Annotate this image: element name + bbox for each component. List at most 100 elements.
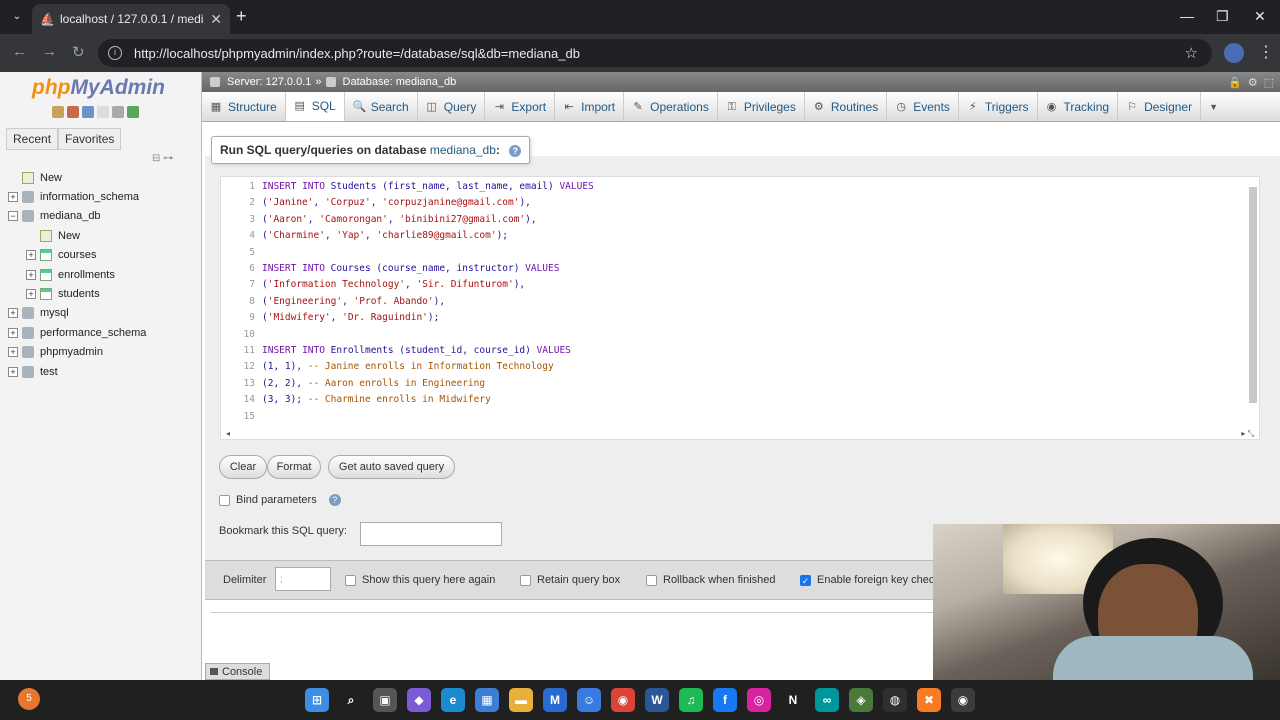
minimize-icon[interactable]: — — [1180, 8, 1194, 24]
bookmark-star-icon[interactable]: ☆ — [1185, 44, 1198, 62]
tree-item-performance-schema[interactable]: + performance_schema — [0, 323, 202, 342]
tab-operations[interactable]: ✎ Operations — [624, 92, 718, 121]
expand-icon[interactable]: + — [8, 366, 18, 377]
tree-item-mediana-db[interactable]: − mediana_db — [0, 207, 202, 226]
foreign-key-checkbox[interactable]: ✓ — [800, 574, 811, 586]
browser-tab[interactable]: ⛵ localhost / 127.0.0.1 / mediana_db ✕ — [32, 4, 230, 34]
app-icon[interactable]: ◈ — [849, 688, 873, 712]
tree-item-new[interactable]: New — [0, 226, 202, 245]
code-line[interactable]: INSERT INTO Courses (course_name, instru… — [262, 263, 559, 274]
tree-item-information-schema[interactable]: + information_schema — [0, 187, 202, 206]
code-line[interactable]: ('Janine', 'Corpuz', 'corpuzjanine@gmail… — [262, 197, 531, 208]
tab-sql[interactable]: ▤ SQL — [285, 92, 345, 121]
tab-structure[interactable]: ▦ Structure — [202, 92, 286, 121]
code-line[interactable]: ('Engineering', 'Prof. Abando'), — [262, 296, 445, 307]
close-window-icon[interactable]: ✕ — [1254, 8, 1266, 25]
lock-icon[interactable]: 🔒 — [1228, 76, 1242, 89]
get-auto-saved-query-button[interactable]: Get auto saved query — [328, 455, 455, 479]
code-line[interactable]: (3, 3); -- Charmine enrolls in Midwifery — [262, 394, 491, 405]
site-info-icon[interactable]: i — [108, 46, 122, 60]
store-icon[interactable]: ▦ — [475, 688, 499, 712]
logout-icon[interactable] — [67, 106, 79, 118]
tree-item-test[interactable]: + test — [0, 362, 202, 381]
expand-icon[interactable]: − — [8, 211, 18, 222]
phpmyadmin-logo[interactable]: phpMyAdmin — [32, 76, 165, 100]
tree-item-phpmyadmin[interactable]: + phpmyadmin — [0, 343, 202, 362]
bookmark-input[interactable] — [360, 522, 502, 546]
sql-editor[interactable]: ◂ ▸ ⤡ 1 INSERT INTO Students (first_name, … — [220, 176, 1260, 440]
editor-vertical-scrollbar[interactable] — [1249, 187, 1257, 403]
copilot-icon[interactable]: ◆ — [407, 688, 431, 712]
show-query-again-checkbox[interactable] — [345, 574, 356, 586]
expand-icon[interactable]: + — [8, 327, 18, 338]
tab-designer[interactable]: ⚐ Designer — [1118, 92, 1202, 121]
tree-item-enrollments[interactable]: + enrollments — [0, 265, 202, 284]
edge-icon[interactable]: e — [441, 688, 465, 712]
code-line[interactable]: ('Charmine', 'Yap', 'charlie89@gmail.com… — [262, 230, 508, 241]
expand-icon[interactable]: + — [8, 192, 18, 203]
rollback-checkbox[interactable] — [646, 574, 657, 586]
expand-icon[interactable]: + — [26, 289, 36, 300]
word-icon[interactable]: W — [645, 688, 669, 712]
back-arrow-icon[interactable]: ← — [12, 43, 27, 60]
database-link[interactable]: mediana_db — [430, 143, 496, 157]
facebook-icon[interactable]: f — [713, 688, 737, 712]
expand-icon[interactable]: + — [26, 250, 36, 261]
tab-close-icon[interactable]: ✕ — [210, 11, 222, 28]
expand-icon[interactable]: + — [8, 347, 18, 358]
code-line[interactable]: INSERT INTO Students (first_name, last_n… — [262, 181, 594, 192]
chrome-icon[interactable]: ◉ — [611, 688, 635, 712]
new-tab-button[interactable]: + — [236, 6, 247, 27]
tree-item-courses[interactable]: + courses — [0, 246, 202, 265]
expand-icon[interactable]: + — [26, 269, 36, 280]
more-tabs-chevron-icon[interactable]: ▼ — [1201, 92, 1226, 121]
delimiter-input[interactable]: ; — [275, 567, 331, 591]
format-button[interactable]: Format — [267, 455, 321, 479]
tab-favorites[interactable]: Favorites — [58, 128, 122, 150]
chrome-active-icon[interactable]: ◉ — [951, 688, 975, 712]
tab-export[interactable]: ⇥ Export — [485, 92, 556, 121]
tab-recent[interactable]: Recent — [6, 128, 59, 150]
code-line[interactable]: ('Midwifery', 'Dr. Raguindin'); — [262, 312, 439, 323]
code-line[interactable]: INSERT INTO Enrollments (student_id, cou… — [262, 345, 571, 356]
maximize-panel-icon[interactable]: ⬚ — [1264, 76, 1274, 89]
editor-horizontal-scrollbar[interactable]: ◂ ▸ ⤡ — [221, 429, 1259, 439]
address-bar[interactable]: i http://localhost/phpmyadmin/index.php?… — [98, 39, 1212, 67]
help-icon[interactable]: ? — [509, 145, 522, 157]
tab-search-chevron-icon[interactable]: ⌄ — [8, 8, 26, 26]
tree-item-new[interactable]: New — [0, 168, 202, 187]
code-line[interactable]: ('Aaron', 'Camorongan', 'binibini27@gmai… — [262, 214, 537, 225]
collapse-link-icons[interactable]: ⊟ ⊶ — [152, 153, 173, 164]
taskview-icon[interactable]: ▣ — [373, 688, 397, 712]
breadcrumb-server[interactable]: Server: 127.0.0.1 — [227, 76, 311, 88]
console-toggle[interactable]: Console — [205, 663, 270, 680]
code-line[interactable]: ('Information Technology', 'Sir. Difuntu… — [262, 279, 525, 290]
weather-widget-icon[interactable]: 5 — [18, 688, 40, 710]
settings-gear-icon[interactable] — [112, 106, 124, 118]
arduino-icon[interactable]: ∞ — [815, 688, 839, 712]
tab-triggers[interactable]: ⚡ Triggers — [959, 92, 1038, 121]
tab-privileges[interactable]: ⚿ Privileges — [718, 92, 805, 121]
xampp-icon[interactable]: ✖ — [917, 688, 941, 712]
netflix-icon[interactable]: N — [781, 688, 805, 712]
search-icon[interactable]: ⌕ — [339, 688, 363, 712]
tree-item-mysql[interactable]: + mysql — [0, 304, 202, 323]
tab-import[interactable]: ⇤ Import — [555, 92, 625, 121]
instagram-icon[interactable]: ◎ — [747, 688, 771, 712]
reload-icon[interactable]: ↻ — [72, 43, 85, 61]
home-icon[interactable] — [52, 106, 64, 118]
maximize-icon[interactable]: ❐ — [1216, 8, 1229, 25]
tree-item-students[interactable]: + students — [0, 284, 202, 303]
help-icon[interactable] — [82, 106, 94, 118]
retain-query-box-checkbox[interactable] — [520, 574, 531, 586]
mail-icon[interactable]: M — [543, 688, 567, 712]
messenger-icon[interactable]: ☺ — [577, 688, 601, 712]
obs-icon[interactable]: ◍ — [883, 688, 907, 712]
tab-search[interactable]: 🔍 Search — [345, 92, 418, 121]
help-icon[interactable]: ? — [328, 494, 341, 506]
profile-avatar[interactable] — [1224, 43, 1244, 63]
spotify-icon[interactable]: ♫ — [679, 688, 703, 712]
breadcrumb-database[interactable]: Database: mediana_db — [343, 76, 457, 88]
tab-routines[interactable]: ⚙ Routines — [805, 92, 888, 121]
tab-query[interactable]: ◫ Query — [418, 92, 486, 121]
